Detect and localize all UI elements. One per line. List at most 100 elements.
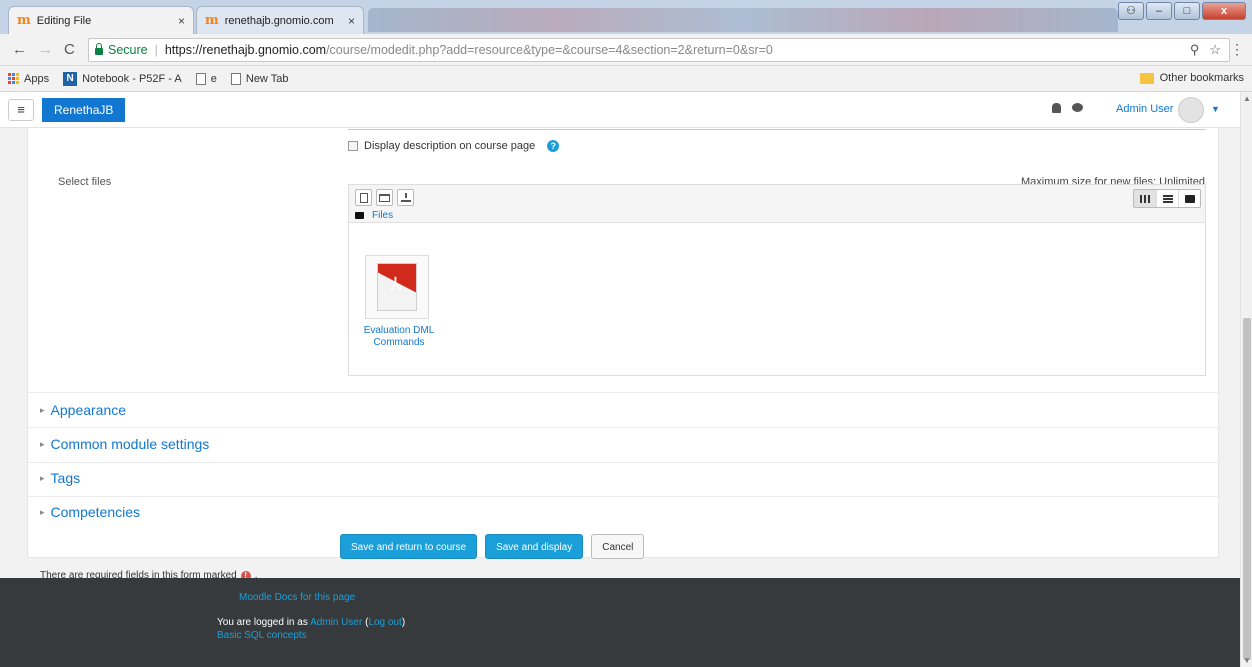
- list-icon: [1162, 194, 1173, 203]
- forward-icon[interactable]: →: [38, 41, 53, 58]
- add-file-button[interactable]: [355, 189, 372, 206]
- display-description-checkbox[interactable]: [348, 141, 358, 151]
- bookmarks-bar: Apps N Notebook - P52F - A e New Tab Oth…: [0, 66, 1252, 92]
- maximize-icon[interactable]: □: [1174, 2, 1200, 20]
- file-name-link[interactable]: Evaluation DML Commands: [357, 325, 441, 347]
- select-files-label: Select files: [58, 176, 112, 188]
- close-tab-icon[interactable]: ×: [178, 14, 185, 28]
- bookmark-label: Apps: [24, 72, 50, 85]
- moodle-navbar: ≡ RenethaJB Admin User ▼: [0, 92, 1240, 128]
- section-competencies[interactable]: ▸ Competencies: [40, 504, 140, 520]
- moodle-favicon-icon: m: [205, 13, 219, 28]
- view-mode-group: [1133, 189, 1201, 208]
- tab-renethajb[interactable]: m renethajb.gnomio.com ×: [196, 6, 364, 34]
- expand-triangle-icon: ▸: [40, 404, 45, 415]
- user-profile-icon[interactable]: ⚇: [1118, 2, 1144, 20]
- display-description-row: Display description on course page ?: [348, 140, 560, 152]
- bookmark-label: New Tab: [245, 72, 289, 85]
- url-bar[interactable]: Secure | https://renethajb.gnomio.com /c…: [88, 38, 1230, 62]
- bookmark-star-icon[interactable]: ☆: [1209, 42, 1221, 58]
- folder-icon: [379, 193, 390, 202]
- section-label: Appearance: [50, 402, 127, 418]
- moodle-favicon-icon: m: [17, 13, 31, 28]
- url-host: https://renethajb.gnomio.com: [164, 43, 327, 57]
- page-icon: [195, 72, 206, 85]
- site-brand[interactable]: RenethaJB: [42, 98, 126, 122]
- user-menu-name[interactable]: Admin User: [1116, 103, 1173, 115]
- section-appearance[interactable]: ▸ Appearance: [40, 402, 126, 418]
- messages-icon[interactable]: [1072, 103, 1083, 112]
- logout-link[interactable]: Log out: [368, 617, 401, 628]
- page-footer: Moodle Docs for this page You are logged…: [0, 578, 1240, 667]
- page-scrollbar[interactable]: ▲ ▼: [1240, 92, 1252, 667]
- blurred-tabs[interactable]: [368, 8, 1118, 32]
- expand-triangle-icon: ▸: [40, 506, 45, 517]
- section-tags[interactable]: ▸ Tags: [40, 470, 80, 486]
- back-icon[interactable]: ←: [12, 41, 27, 58]
- create-folder-button[interactable]: [376, 189, 393, 206]
- scroll-thumb[interactable]: [1243, 318, 1251, 660]
- save-and-return-button[interactable]: Save and return to course: [340, 534, 478, 559]
- reload-icon[interactable]: C: [64, 41, 75, 58]
- cancel-button[interactable]: Cancel: [591, 534, 645, 559]
- page-icon: [230, 72, 241, 85]
- divider: [28, 496, 1220, 497]
- form-buttons: Save and return to course Save and displ…: [340, 534, 645, 559]
- scroll-down-icon[interactable]: ▼: [1243, 656, 1251, 665]
- bookmark-new-tab[interactable]: New Tab: [230, 72, 289, 85]
- download-button[interactable]: [397, 189, 414, 206]
- logout-close-paren: ): [401, 617, 406, 628]
- divider: [28, 392, 1220, 393]
- browser-menu-icon[interactable]: ⋮: [1230, 41, 1244, 58]
- bookmark-e[interactable]: e: [195, 72, 217, 85]
- avatar[interactable]: [1178, 97, 1204, 123]
- nav-drawer-toggle-icon[interactable]: ≡: [8, 99, 34, 121]
- notifications-bell-icon[interactable]: [1052, 103, 1061, 113]
- grid-icon: [1140, 194, 1150, 203]
- view-details-button[interactable]: [1156, 190, 1178, 207]
- view-icons-button[interactable]: [1134, 190, 1156, 207]
- expand-triangle-icon: ▸: [40, 438, 45, 449]
- tab-title: renethajb.gnomio.com: [224, 14, 334, 27]
- section-common-module-settings[interactable]: ▸ Common module settings: [40, 436, 209, 452]
- bookmark-apps[interactable]: Apps: [8, 73, 49, 85]
- file-manager-toolbar: Files: [349, 185, 1205, 223]
- description-editor-bottom: [348, 128, 1206, 130]
- display-description-label: Display description on course page: [364, 140, 536, 152]
- section-label: Tags: [50, 470, 81, 486]
- scroll-up-icon[interactable]: ▲: [1243, 94, 1251, 103]
- divider: [28, 462, 1220, 463]
- bookmark-notebook[interactable]: N Notebook - P52F - A: [63, 71, 182, 86]
- secure-indicator[interactable]: Secure: [95, 42, 148, 57]
- chevron-down-icon[interactable]: ▼: [1211, 104, 1220, 114]
- section-label: Common module settings: [50, 436, 210, 452]
- moodle-docs-link[interactable]: Moodle Docs for this page: [239, 592, 355, 603]
- logged-in-prefix: You are logged in as: [217, 617, 308, 628]
- tab-editing-file[interactable]: m Editing File ×: [8, 6, 194, 34]
- minimize-icon[interactable]: –: [1146, 2, 1172, 20]
- lock-icon: [95, 42, 103, 55]
- course-link[interactable]: Basic SQL concepts: [217, 630, 307, 641]
- other-bookmarks-label: Other bookmarks: [1159, 72, 1244, 84]
- address-toolbar: ← → C Secure | https://renethajb.gnomio.…: [0, 34, 1252, 66]
- view-tree-button[interactable]: [1178, 190, 1200, 207]
- edit-form-card: Display description on course page ? Sel…: [27, 128, 1220, 581]
- section-label: Competencies: [50, 504, 141, 520]
- zoom-icon[interactable]: ⚲: [1190, 42, 1200, 58]
- secure-label: Secure: [108, 43, 148, 57]
- help-icon[interactable]: ?: [547, 140, 560, 152]
- url-path: /course/modedit.php?add=resource&type=&c…: [326, 43, 773, 57]
- tab-title: Editing File: [36, 14, 92, 27]
- save-and-display-button[interactable]: Save and display: [485, 534, 584, 559]
- bookmark-label: Notebook - P52F - A: [82, 72, 182, 85]
- path-files-link[interactable]: Files: [372, 210, 393, 221]
- other-bookmarks[interactable]: Other bookmarks: [1139, 72, 1244, 84]
- close-window-icon[interactable]: x: [1202, 2, 1246, 20]
- close-tab-icon[interactable]: ×: [348, 14, 355, 28]
- logged-in-user-link[interactable]: Admin User: [310, 617, 362, 628]
- file-manager: Files Evaluation DML Commands: [348, 184, 1206, 376]
- file-thumbnail[interactable]: [365, 255, 429, 319]
- pdf-icon: [377, 263, 417, 311]
- folder-icon: [1139, 72, 1154, 84]
- file-icon: [359, 192, 368, 203]
